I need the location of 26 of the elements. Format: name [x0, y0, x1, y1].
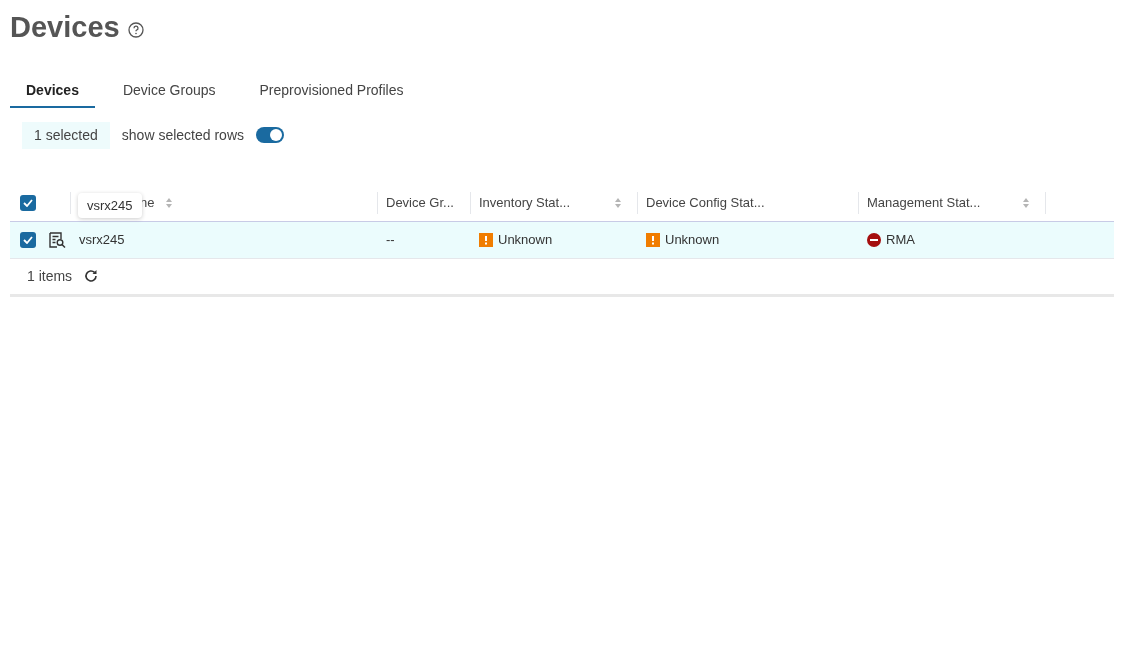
- tooltip: vsrx245: [78, 192, 142, 218]
- item-count: 1 items: [27, 266, 73, 286]
- status-label: Unknown: [498, 230, 553, 249]
- status-label: RMA: [886, 230, 915, 249]
- tab[interactable]: Device Groups: [106, 75, 232, 108]
- column-header[interactable]: Device Gr...: [386, 192, 454, 213]
- checkbox[interactable]: [20, 231, 36, 248]
- check-icon: [23, 198, 33, 207]
- refresh-icon[interactable]: [84, 269, 99, 283]
- column-header[interactable]: Management Stat...: [867, 192, 981, 213]
- table-row[interactable]: vsrx245 -- Unknown Unknown RMA: [10, 221, 1114, 259]
- selection-count: 1 selected: [22, 121, 110, 149]
- toggle-label: show selected rows: [121, 125, 244, 145]
- tab[interactable]: Preprovisioned Profiles: [243, 75, 420, 108]
- column-header[interactable]: Inventory Stat...: [479, 192, 571, 213]
- page-title: Devices: [10, 10, 120, 45]
- toggle-switch[interactable]: [256, 127, 284, 143]
- status-label: Unknown: [665, 230, 720, 249]
- checkbox[interactable]: [20, 194, 36, 211]
- tab[interactable]: Devices: [10, 75, 95, 108]
- device-name: vsrx245: [79, 231, 125, 247]
- help-icon[interactable]: [127, 21, 144, 38]
- details-icon[interactable]: [49, 231, 66, 248]
- check-icon: [23, 235, 33, 244]
- device-group: --: [386, 231, 395, 247]
- column-header[interactable]: Device Config Stat...: [646, 192, 765, 213]
